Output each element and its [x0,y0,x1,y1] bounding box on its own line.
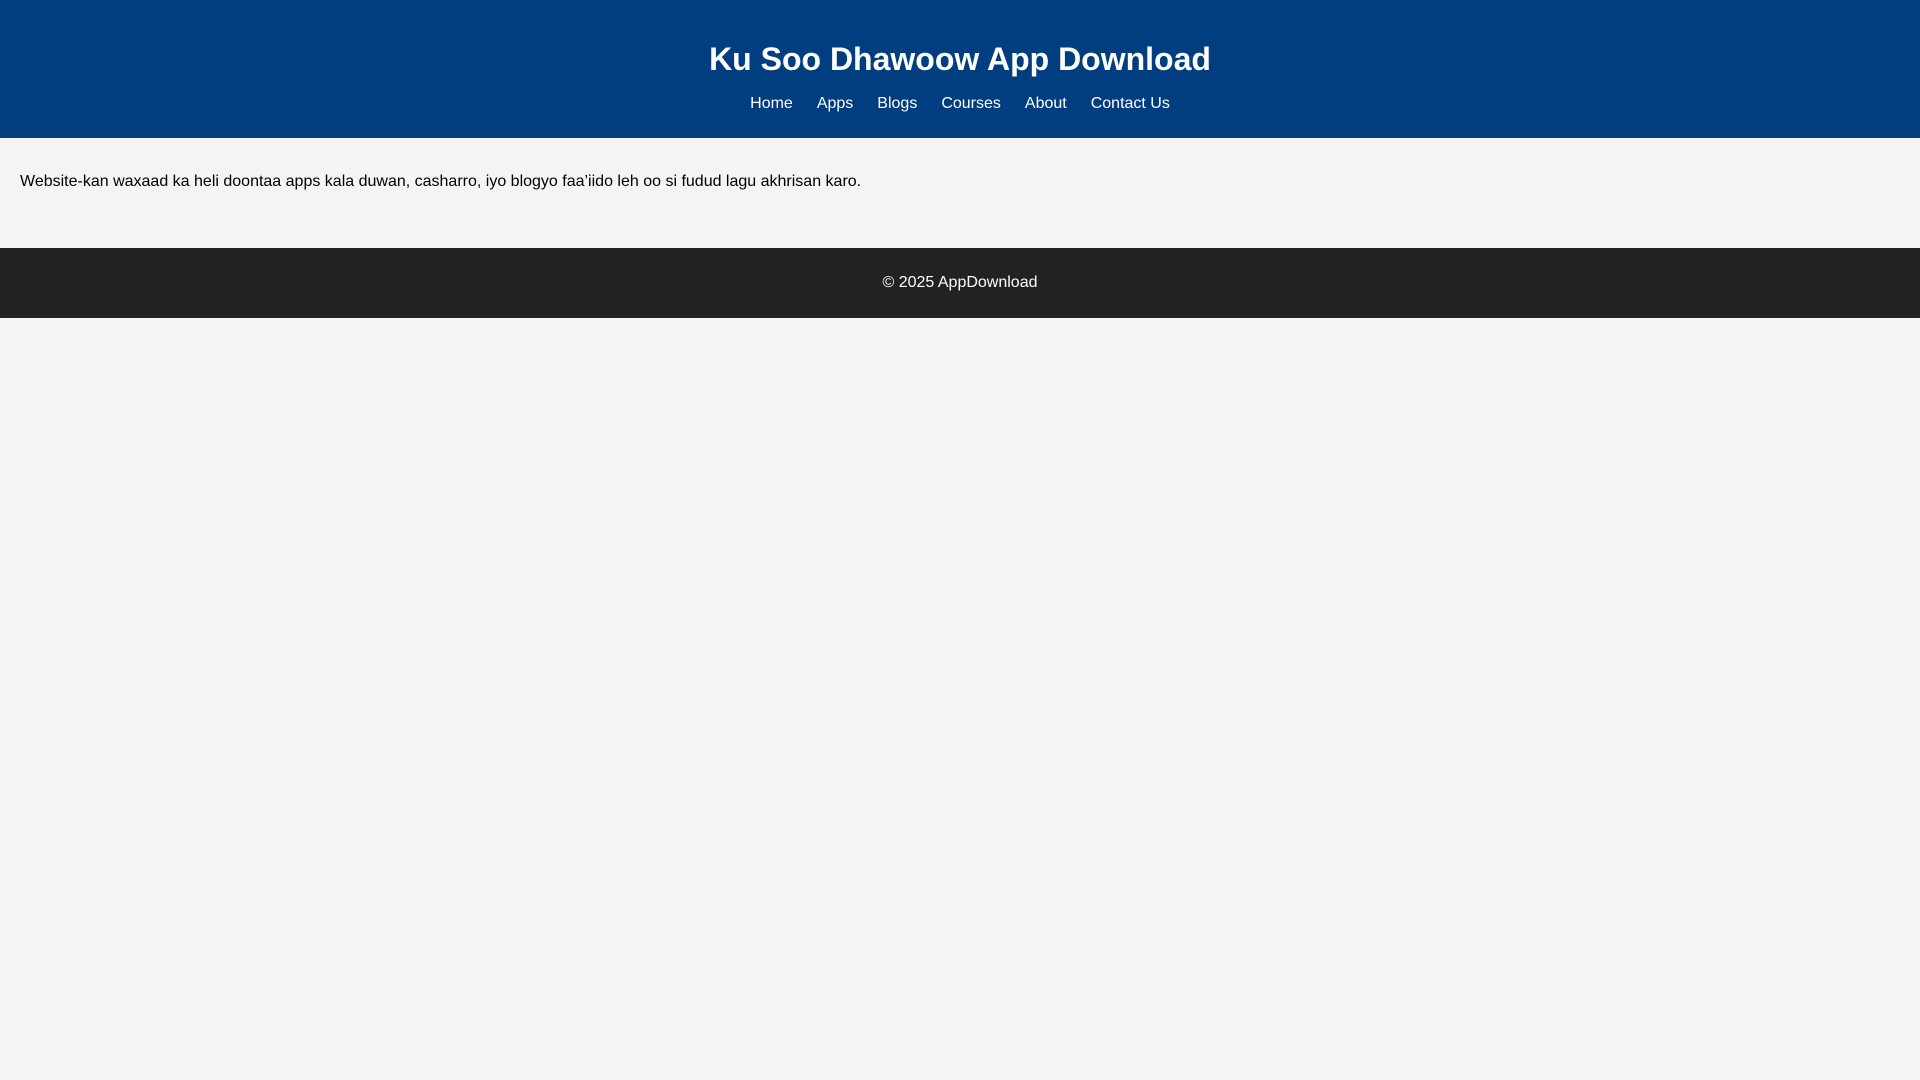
nav-link-apps[interactable]: Apps [817,95,853,113]
nav-link-about[interactable]: About [1025,95,1067,113]
nav-link-blogs[interactable]: Blogs [877,95,917,113]
main-nav: Home Apps Blogs Courses About Contact Us [0,95,1920,113]
intro-text: Website-kan waxaad ka heli doontaa apps … [20,173,862,190]
main-content: Website-kan waxaad ka heli doontaa apps … [0,138,1920,248]
copyright-text: © 2025 AppDownload [882,274,1038,291]
site-header: Ku Soo Dhawoow App Download Home Apps Bl… [0,0,1920,138]
nav-link-courses[interactable]: Courses [941,95,1001,113]
site-footer: © 2025 AppDownload [0,248,1920,318]
nav-link-contact-us[interactable]: Contact Us [1091,95,1170,113]
site-title: Ku Soo Dhawoow App Download [709,41,1211,77]
nav-link-home[interactable]: Home [750,95,793,113]
